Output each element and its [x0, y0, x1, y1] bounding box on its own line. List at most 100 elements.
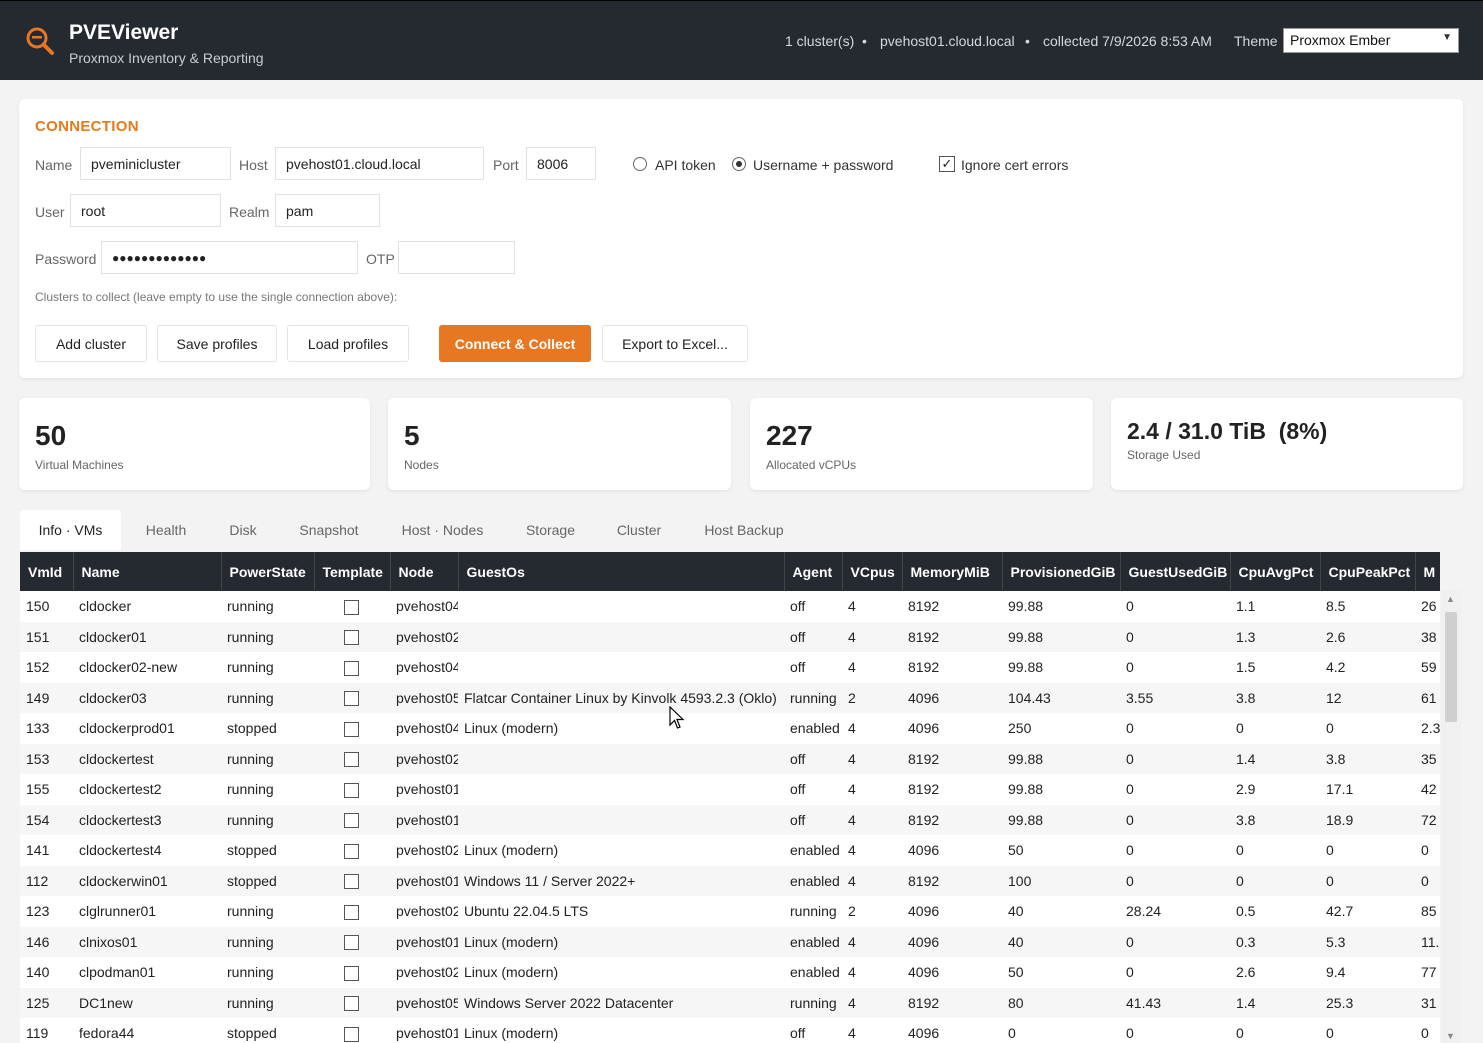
- chevron-down-icon: ▼: [1442, 32, 1452, 43]
- port-input[interactable]: 8006: [526, 147, 596, 180]
- column-header-m[interactable]: M: [1415, 552, 1440, 591]
- table-cell-name: cldockertest2: [79, 781, 162, 798]
- username-password-radio[interactable]: [732, 157, 746, 171]
- template-checkbox[interactable]: [344, 874, 359, 890]
- template-checkbox[interactable]: [344, 599, 359, 615]
- template-checkbox[interactable]: [344, 630, 359, 646]
- connect-collect-button[interactable]: Connect & Collect: [439, 325, 591, 362]
- table-row[interactable]: 146 clnixos01 running pvehost01 Linux (moder…: [20, 926, 1440, 957]
- tab-host-backup[interactable]: Host Backup: [692, 510, 796, 550]
- column-header-guestos[interactable]: GuestOs: [458, 552, 785, 591]
- table-cell-memorymib: 8192: [902, 865, 1002, 896]
- table-row[interactable]: 119 fedora44 stopped pvehost01 Linux (modern…: [20, 1018, 1440, 1043]
- tab-info-vms[interactable]: Info · VMs: [20, 510, 121, 550]
- table-row[interactable]: 154 cldockertest3 running pvehost01 off 4 8192…: [20, 804, 1440, 835]
- template-checkbox[interactable]: [344, 813, 359, 829]
- save-profiles-button[interactable]: Save profiles: [157, 325, 277, 362]
- table-cell-m: 61: [1415, 682, 1440, 713]
- tab-storage[interactable]: Storage: [514, 510, 587, 550]
- column-header-agent[interactable]: Agent: [784, 552, 843, 591]
- table-cell-m: 31: [1415, 987, 1440, 1018]
- scroll-up-icon[interactable]: ▲: [1446, 594, 1455, 604]
- table-cell-cpupeakpct: 2.6: [1320, 621, 1415, 652]
- table-cell-cpupeakpct: 8.5: [1326, 598, 1346, 615]
- column-header-cpuavgpct[interactable]: CpuAvgPct: [1230, 552, 1321, 591]
- table-row[interactable]: 141 cldockertest4 stopped pvehost02 Linux (m…: [20, 835, 1440, 866]
- api-token-radio[interactable]: [633, 157, 647, 171]
- template-checkbox[interactable]: [344, 965, 359, 981]
- column-header-memorymib[interactable]: MemoryMiB: [902, 552, 1003, 591]
- name-input[interactable]: pveminicluster: [80, 147, 231, 180]
- scrollbar-thumb[interactable]: [1445, 612, 1457, 722]
- user-label: User: [35, 204, 65, 220]
- host-input[interactable]: pvehost01.cloud.local: [275, 147, 484, 180]
- table-row[interactable]: 155 cldockertest2 running pvehost01 off 4 8192…: [20, 774, 1440, 805]
- otp-input[interactable]: [398, 241, 515, 274]
- template-checkbox[interactable]: [344, 691, 359, 707]
- column-header-template[interactable]: Template: [314, 552, 391, 591]
- column-header-node[interactable]: Node: [390, 552, 459, 591]
- table-row[interactable]: 150 cldocker running pvehost04 off 4 8192 99.88…: [20, 591, 1440, 622]
- template-checkbox[interactable]: [344, 660, 359, 676]
- scroll-down-icon[interactable]: ▼: [1446, 1031, 1455, 1041]
- column-header-vcpus[interactable]: VCpus: [842, 552, 903, 591]
- table-cell-guestusedgib: 28.24: [1126, 903, 1162, 920]
- table-cell-vmid: 154: [20, 804, 73, 835]
- table-row[interactable]: 151 cldocker01 running pvehost02 off 4 8192 99.…: [20, 621, 1440, 652]
- template-checkbox[interactable]: [344, 996, 359, 1012]
- add-cluster-button[interactable]: Add cluster: [35, 325, 147, 362]
- column-header-guestusedgib[interactable]: GuestUsedGiB: [1120, 552, 1231, 591]
- table-cell-cpupeakpct: 9.4: [1326, 964, 1346, 981]
- password-input[interactable]: ●●●●●●●●●●●●●: [101, 241, 358, 274]
- table-row[interactable]: 112 cldockerwin01 stopped pvehost01 Windows …: [20, 865, 1440, 896]
- table-cell-agent: enabled: [790, 842, 840, 859]
- template-checkbox[interactable]: [344, 752, 359, 768]
- column-header-vmid[interactable]: VmId: [20, 552, 74, 591]
- ignore-cert-checkbox[interactable]: ✓: [939, 156, 955, 172]
- stat-label: Nodes: [404, 458, 439, 472]
- column-header-provisionedgib[interactable]: ProvisionedGiB: [1002, 552, 1121, 591]
- user-input[interactable]: root: [70, 194, 221, 227]
- status-separator: •: [1025, 33, 1030, 49]
- table-cell-cpuavgpct: 1.5: [1236, 659, 1256, 676]
- template-checkbox[interactable]: [344, 904, 359, 920]
- table-row[interactable]: 123 clglrunner01 running pvehost02 Ubuntu 22…: [20, 896, 1440, 927]
- template-checkbox[interactable]: [344, 935, 359, 951]
- table-scrollbar[interactable]: ▲ ▼: [1441, 590, 1461, 1043]
- export-excel-button[interactable]: Export to Excel...: [602, 325, 748, 362]
- table-cell-agent: off: [790, 598, 806, 615]
- table-cell-cpupeakpct: 0: [1326, 842, 1334, 859]
- table-cell-vcpus: 4: [842, 865, 902, 896]
- table-row[interactable]: 133 cldockerprod01 stopped pvehost04 Linux (…: [20, 713, 1440, 744]
- table-row[interactable]: 153 cldockertest running pvehost02 off 4 8192 9…: [20, 743, 1440, 774]
- template-checkbox[interactable]: [344, 782, 359, 798]
- table-cell-memorymib: 4096: [908, 1025, 940, 1042]
- table-cell-vcpus: 2: [842, 682, 902, 713]
- column-header-powerstate[interactable]: PowerState: [221, 552, 315, 591]
- tab-host-nodes[interactable]: Host · Nodes: [390, 510, 495, 550]
- table-row[interactable]: 140 clpodman01 running pvehost02 Linux (mode…: [20, 957, 1440, 988]
- realm-input[interactable]: pam: [275, 194, 380, 227]
- table-cell-powerstate: running: [227, 781, 274, 798]
- template-checkbox[interactable]: [344, 721, 359, 737]
- tab-cluster[interactable]: Cluster: [604, 510, 674, 550]
- table-cell-guestos: Linux (modern): [464, 842, 559, 859]
- tab-health[interactable]: Health: [130, 510, 202, 550]
- table-row[interactable]: 152 cldocker02-new running pvehost04 off 4 819…: [20, 652, 1440, 683]
- table-row[interactable]: 149 cldocker03 running pvehost05 Flatcar Con…: [20, 682, 1440, 713]
- load-profiles-button[interactable]: Load profiles: [287, 325, 409, 362]
- table-cell-name: cldocker: [79, 598, 132, 615]
- column-header-cpupeakpct[interactable]: CpuPeakPct: [1320, 552, 1416, 591]
- table-cell-name: cldocker03: [73, 682, 221, 713]
- template-checkbox[interactable]: [344, 843, 359, 859]
- table-cell-cpuavgpct: 0.5: [1236, 903, 1256, 920]
- template-checkbox[interactable]: [344, 1026, 359, 1042]
- table-cell-guestusedgib: 0: [1126, 1025, 1134, 1042]
- column-header-name[interactable]: Name: [73, 552, 222, 591]
- table-row[interactable]: 125 DC1new running pvehost05 Windows Server …: [20, 987, 1440, 1018]
- theme-select[interactable]: Proxmox Ember ▼: [1283, 28, 1459, 53]
- vm-table[interactable]: VmId Name PowerState Template Node GuestOs Age…: [20, 552, 1440, 1043]
- tab-snapshot[interactable]: Snapshot: [286, 510, 372, 550]
- table-cell-template: [314, 621, 390, 652]
- tab-disk[interactable]: Disk: [214, 510, 272, 550]
